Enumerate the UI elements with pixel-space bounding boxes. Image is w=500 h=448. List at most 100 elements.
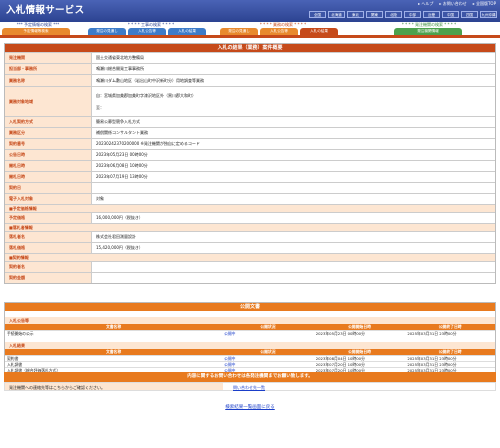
- inquiry-row: 発注機関への連絡先等はこちらからご確認ください。 問い合わせ先一覧: [4, 382, 496, 391]
- row-value: 20230242370200000 ※発注機関が独自に定めるコード: [91, 139, 495, 149]
- nav-group-agency: * * * * 発注機関の検索 * * * * 発注機関情報: [360, 22, 498, 36]
- detail-row: 開札日時 2023年07月19日 13時00分: [5, 171, 495, 182]
- col-name: 文書名称: [105, 349, 122, 354]
- doc-end: 2025年03月31日 23時00分: [407, 331, 457, 336]
- doc-end: 2025年03月31日 23時00分: [407, 356, 457, 361]
- region-tab[interactable]: 東北: [347, 11, 364, 18]
- col-status: 公開状況: [260, 349, 276, 354]
- tab-construction-results[interactable]: 入札の結果: [168, 28, 206, 35]
- region-tab[interactable]: 四国: [461, 11, 478, 18]
- tab-construction-outlook[interactable]: 発注の見通し: [88, 28, 126, 35]
- detail-row: 入札契約方式 簡易公募型競争入札方式: [5, 116, 495, 127]
- section-budget: ■予定価格情報: [5, 204, 495, 212]
- doc-name: 契約書: [7, 356, 19, 361]
- row-label: 開札日時: [5, 172, 91, 182]
- table-row: 手続開始の公示 公開中 2023年05月23日 00時00分 2025年03月3…: [5, 330, 495, 336]
- doc-status-link[interactable]: 公開中: [222, 356, 314, 361]
- tab-service-results[interactable]: 入札の結果: [300, 28, 338, 35]
- row-label: 電子入札対象: [5, 194, 91, 204]
- row-label: 落札価格: [5, 243, 91, 253]
- region-tab[interactable]: 北海道: [328, 11, 345, 18]
- detail-row: 契約金額: [5, 272, 495, 283]
- nav-group-service: * * * * 業務の検索 * * * * 発注の見通し 入札公告等 入札の結果: [220, 22, 346, 36]
- detail-row: 落札者名 株式会社君田測量設計: [5, 231, 495, 242]
- tab-service-notice[interactable]: 入札公告等: [260, 28, 298, 35]
- row-label: 契約番号: [5, 139, 91, 149]
- col-start: 公開開始日時: [348, 349, 371, 354]
- row-value: 株式会社君田測量設計: [91, 232, 495, 242]
- row-value: 2023年07月19日 13時00分: [91, 172, 495, 182]
- tab-schedule-search[interactable]: 予定情報等検索: [2, 28, 70, 35]
- doc-end: 2025年03月31日 23時00分: [407, 362, 457, 367]
- doc-status-link[interactable]: 公開中: [222, 331, 314, 336]
- detail-row: 発注機関 国土交通省東北地方整備局: [5, 52, 495, 63]
- detail-row: 業務名称 鳴瀬川ダム敷山地区（岩出山町中沢新町分）用地調査等業務: [5, 74, 495, 86]
- detail-row: 担当部・事務所 鳴瀬川総合開発工事事務所: [5, 63, 495, 74]
- row-value: 鳴瀬川ダム敷山地区（岩出山町中沢新町分）用地調査等業務: [91, 75, 495, 86]
- row-value: 2023年06月08日 10時00分: [91, 161, 495, 171]
- inquiry-title: 内容に関するお問い合わせは各発注機関までお願い致します。: [4, 372, 496, 382]
- row-value: 鳴瀬川総合開発工事事務所: [91, 64, 495, 74]
- region-tab[interactable]: 近畿: [423, 11, 440, 18]
- app-header: 入札情報サービス ▸ ヘルプ ▸ お問い合わせ ▸ 全国版TOP 全国 北海道 …: [0, 0, 500, 22]
- app-title: 入札情報サービス: [6, 5, 85, 16]
- row-value: [91, 262, 495, 272]
- published-documents: 公開文書 入札公告等 文書名称 公開状況 公開開始日時 公開終了日時 手続開始の…: [4, 302, 496, 380]
- row-value: 16,000,000円（税抜き）: [91, 213, 495, 223]
- row-label: 開札日時: [5, 161, 91, 171]
- doc-name: 手続開始の公示: [7, 331, 34, 336]
- doc-name: 入札調書: [7, 362, 23, 367]
- tab-agency-info[interactable]: 発注機関情報: [394, 28, 462, 35]
- row-label: 担当部・事務所: [5, 64, 91, 74]
- help-link[interactable]: ▸ ヘルプ: [418, 1, 433, 7]
- row-value: 補償関係コンサルタント業務: [91, 128, 495, 138]
- row-label: 業務区分: [5, 128, 91, 138]
- row-label: 契約金額: [5, 273, 91, 283]
- table-row: 入札調書 公開中 2023年07月20日 10時00分 2025年03月31日 …: [5, 361, 495, 367]
- footer: 検索結果一覧画面に戻る: [0, 404, 500, 410]
- nav-group-construction: * * * * 工事の検索 * * * * 発注の見通し 入札公告等 入札の結果: [88, 22, 214, 36]
- main-nav: *** 予定情報の検索 *** 予定情報等検索 * * * * 工事の検索 * …: [0, 22, 500, 36]
- row-label: 入札契約方式: [5, 117, 91, 127]
- detail-table: 入札の結果（業務）案件概要 発注機関 国土交通省東北地方整備局 担当部・事務所 …: [4, 43, 496, 284]
- region-tab[interactable]: 関東: [366, 11, 383, 18]
- row-value: 簡易公募型競争入札方式: [91, 117, 495, 127]
- inquiry-section: 内容に関するお問い合わせは各発注機関までお願い致します。 発注機関への連絡先等は…: [4, 372, 496, 391]
- detail-row: 業務対象地域 自：宮城県加美郡加美町字漆沢地区外（黒川郡大和町） 至：: [5, 86, 495, 116]
- section-contract: ■契約情報: [5, 253, 495, 261]
- detail-row: 公告日時 2023年05月23日 00時00分: [5, 149, 495, 160]
- area-from: 自：宮城県加美郡加美町字漆沢地区外（黒川郡大和町）: [96, 92, 196, 98]
- row-value: 対象: [91, 194, 495, 204]
- detail-title: 入札の結果（業務）案件概要: [5, 44, 495, 52]
- doc-start: 2023年07月20日 10時00分: [315, 362, 365, 367]
- col-end: 公開終了日時: [438, 349, 462, 354]
- doc-start: 2023年08月04日 10時00分: [315, 356, 365, 361]
- doc-status-link[interactable]: 公開中: [222, 362, 314, 367]
- region-tab[interactable]: 全国: [309, 11, 326, 18]
- national-top-link[interactable]: ▸ 全国版TOP: [473, 1, 496, 7]
- region-selector: 全国 北海道 東北 関東 北陸 中部 近畿 中国 四国 九州沖縄: [309, 11, 497, 18]
- region-tab[interactable]: 中部: [404, 11, 421, 18]
- detail-row: 電子入札対象 対象: [5, 193, 495, 204]
- nav-group-schedule: *** 予定情報の検索 *** 予定情報等検索: [2, 22, 74, 36]
- section-award: ■落札者情報: [5, 223, 495, 231]
- contact-link[interactable]: ▸ お問い合わせ: [439, 1, 466, 7]
- nav-divider: [0, 35, 500, 38]
- row-label: 業務名称: [5, 75, 91, 86]
- header-links: ▸ ヘルプ ▸ お問い合わせ ▸ 全国版TOP: [418, 1, 496, 7]
- tab-construction-notice[interactable]: 入札公告等: [128, 28, 166, 35]
- table-header: 文書名称 公開状況 公開開始日時 公開終了日時: [5, 349, 495, 355]
- back-to-results-link[interactable]: 検索結果一覧画面に戻る: [225, 405, 275, 410]
- region-tab[interactable]: 中国: [442, 11, 459, 18]
- row-value: 自：宮城県加美郡加美町字漆沢地区外（黒川郡大和町） 至：: [91, 87, 495, 116]
- area-to: 至：: [96, 104, 104, 110]
- row-value: 2023年05月23日 00時00分: [91, 150, 495, 160]
- detail-row: 契約番号 20230242370200000 ※発注機関が独自に定めるコード: [5, 138, 495, 149]
- contact-list-link[interactable]: 問い合わせ先一覧: [223, 383, 265, 390]
- row-value: 15,420,000円（税抜き）: [91, 243, 495, 253]
- region-tab[interactable]: 北陸: [385, 11, 402, 18]
- tab-service-outlook[interactable]: 発注の見通し: [220, 28, 258, 35]
- detail-row: 落札価格 15,420,000円（税抜き）: [5, 242, 495, 253]
- row-label: 公告日時: [5, 150, 91, 160]
- region-tab[interactable]: 九州沖縄: [480, 11, 497, 18]
